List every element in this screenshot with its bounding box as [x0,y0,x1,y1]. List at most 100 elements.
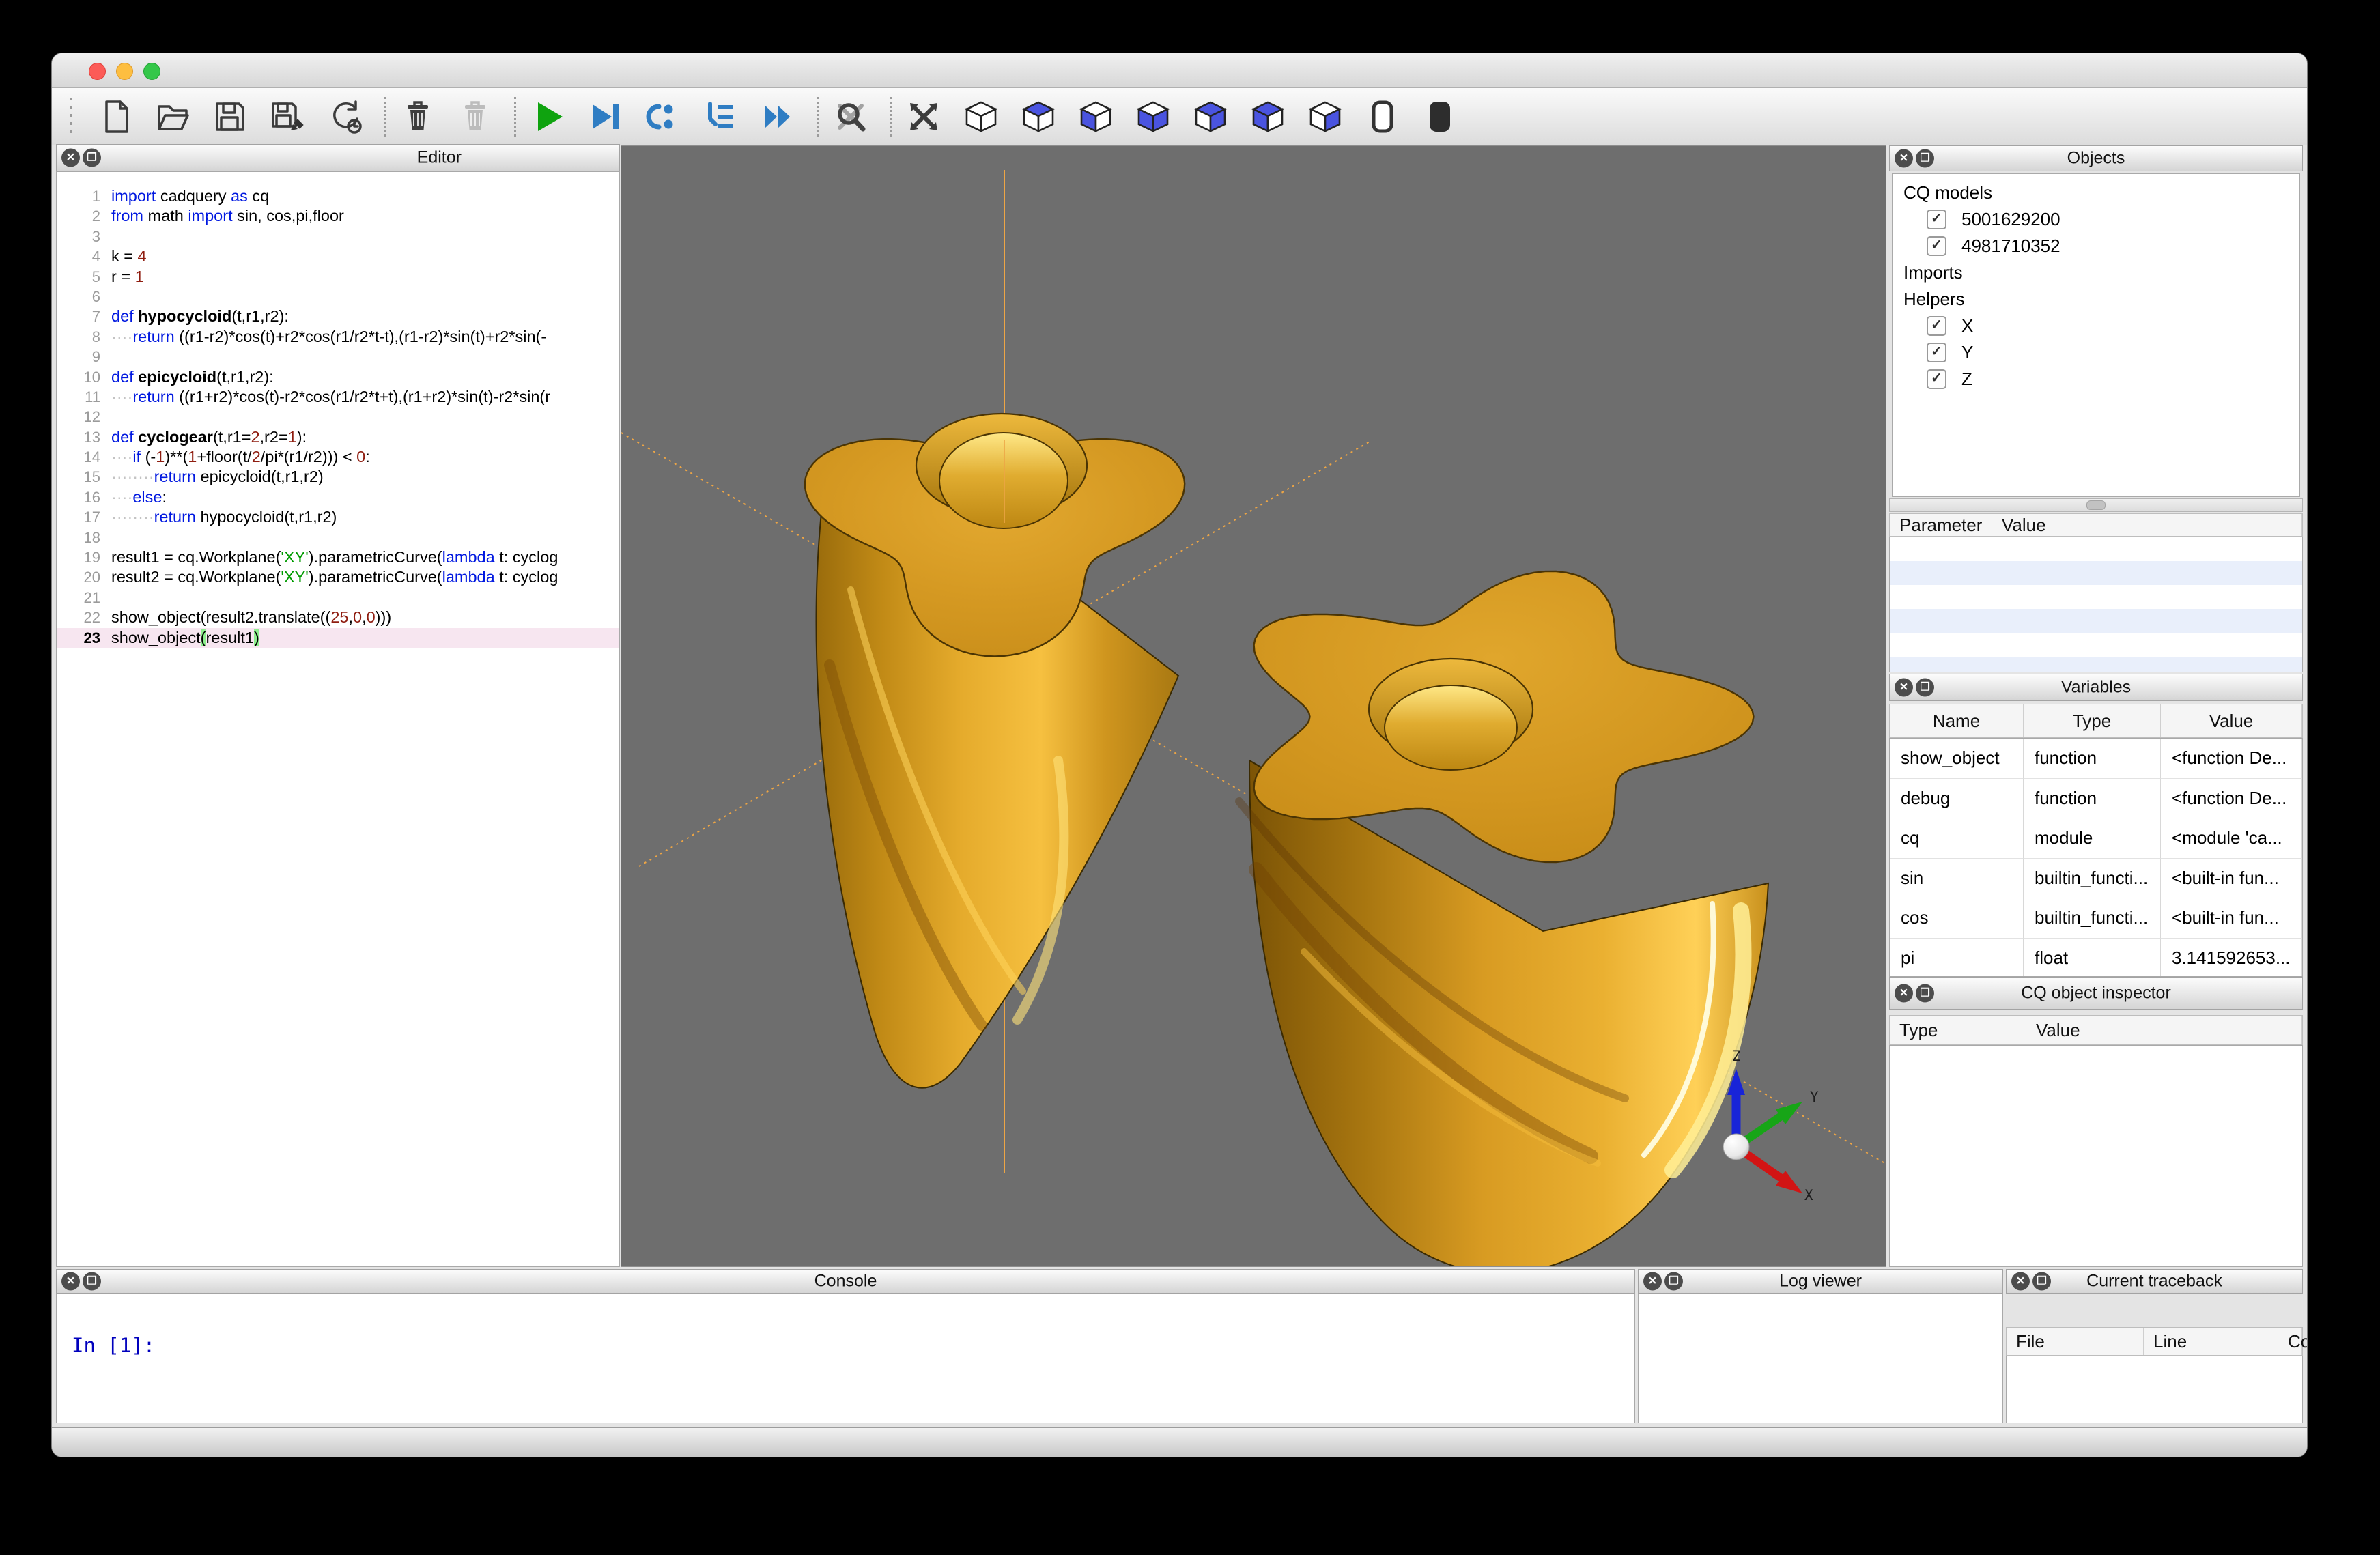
code-line[interactable]: 13def cyclogear(t,r1=2,r2=1): [57,427,619,447]
toolbar-drag-handle[interactable] [70,98,72,136]
save-button[interactable] [210,97,250,137]
traceback-table-body[interactable] [2006,1356,2303,1423]
console-prompt[interactable]: In [1]: [72,1334,155,1357]
cq-models-render[interactable] [805,414,1768,1266]
macos-titlebar[interactable] [52,53,2307,88]
column-header[interactable]: File [2007,1328,2144,1355]
code-line[interactable]: 12 [57,407,619,427]
shaded-button[interactable] [1420,97,1460,137]
log-body[interactable] [1638,1294,2003,1423]
editor-close-icon[interactable]: ✕ [61,149,80,167]
variables-close-icon[interactable]: ✕ [1895,679,1913,697]
inspector-float-icon[interactable]: ❐ [1916,984,1934,1003]
code-line[interactable]: 11····return ((r1+r2)*cos(t)-r2*cos(r1/r… [57,387,619,407]
inspector-table-body[interactable] [1889,1045,2303,1267]
editor-body[interactable]: 1import cadquery as cq2from math import … [56,171,620,1267]
save-as-button[interactable] [268,97,307,137]
view-front-button[interactable] [1133,97,1173,137]
view-left-button[interactable] [1248,97,1288,137]
visibility-checkbox[interactable]: ✓ [1927,343,1946,362]
reload-button[interactable] [325,97,365,137]
traceback-float-icon[interactable]: ❐ [2032,1272,2051,1291]
wireframe-button[interactable] [1363,97,1402,137]
variables-row[interactable]: debugfunction<function De... [1890,779,2302,819]
delete-button[interactable] [398,97,438,137]
step-button[interactable] [643,97,683,137]
minimize-window-icon[interactable] [116,63,133,80]
code-line[interactable]: 10def epicycloid(t,r1,r2): [57,367,619,387]
zoom-window-icon[interactable] [143,63,160,80]
objects-tree-item[interactable]: Imports [1901,259,2299,286]
console-body[interactable]: In [1]: [56,1294,1635,1423]
debug-button[interactable] [586,97,625,137]
column-header[interactable]: Co [2278,1328,2302,1355]
objects-tree-item[interactable]: ✓4981710352 [1901,233,2299,259]
objects-tree-item[interactable]: CQ models [1901,180,2299,206]
code-line[interactable]: 4k = 4 [57,246,619,266]
objects-tree-item[interactable]: ✓X [1901,313,2299,339]
view-back-button[interactable] [1191,97,1230,137]
visibility-checkbox[interactable]: ✓ [1927,369,1946,389]
inspect-button[interactable] [831,97,870,137]
code-line[interactable]: 17········return hypocycloid(t,r1,r2) [57,507,619,527]
column-header[interactable]: Line [2144,1328,2278,1355]
column-header[interactable]: Value [2026,1016,2302,1044]
view-iso-button[interactable] [961,97,1001,137]
column-header[interactable]: Value [2161,704,2302,737]
column-header[interactable]: Type [1890,1016,2026,1044]
continue-button[interactable] [758,97,797,137]
column-header[interactable]: Parameter [1890,514,1992,536]
objects-tree-item[interactable]: Helpers [1901,286,2299,313]
gear-result2[interactable] [1239,571,1768,1266]
code-line[interactable]: 14····if (-1)**(1+floor(t/2/pi*(r1/r2)))… [57,447,619,467]
variables-row[interactable]: cosbuiltin_functi...<built-in fun... [1890,898,2302,939]
fit-view-button[interactable] [904,97,944,137]
variables-row[interactable]: sinbuiltin_functi...<built-in fun... [1890,859,2302,899]
variables-table-body[interactable]: show_objectfunction<function De...debugf… [1889,738,2303,977]
parameter-table-body[interactable] [1889,537,2303,672]
variables-row[interactable]: pifloat3.141592653... [1890,939,2302,978]
code-line[interactable]: 7def hypocycloid(t,r1,r2): [57,306,619,326]
code-line[interactable]: 15········return epicycloid(t,r1,r2) [57,467,619,487]
column-header[interactable]: Value [1992,514,2302,536]
inspector-close-icon[interactable]: ✕ [1895,984,1913,1003]
log-float-icon[interactable]: ❐ [1664,1272,1683,1291]
code-line[interactable]: 8····return ((r1-r2)*cos(t)+r2*cos(r1/r2… [57,327,619,347]
objects-tree[interactable]: CQ models✓5001629200✓4981710352ImportsHe… [1892,173,2300,497]
variables-row[interactable]: cqmodule<module 'ca... [1890,818,2302,859]
view-bottom-button[interactable] [1076,97,1116,137]
code-line[interactable]: 9 [57,347,619,367]
code-area[interactable]: 1import cadquery as cq2from math import … [57,172,619,1266]
code-line[interactable]: 16····else: [57,487,619,507]
log-close-icon[interactable]: ✕ [1643,1272,1662,1291]
editor-float-icon[interactable]: ❐ [83,149,101,167]
viewport-3d[interactable]: ZYX [621,145,1886,1267]
open-button[interactable] [153,97,193,137]
objects-tree-item[interactable]: ✓Y [1901,339,2299,366]
traceback-close-icon[interactable]: ✕ [2011,1272,2030,1291]
code-line[interactable]: 22show_object(result2.translate((25,0,0)… [57,608,619,627]
code-line[interactable]: 2from math import sin, cos,pi,floor [57,206,619,226]
gear-result1[interactable] [805,414,1185,1088]
visibility-checkbox[interactable]: ✓ [1927,236,1946,256]
visibility-checkbox[interactable]: ✓ [1927,210,1946,229]
column-header[interactable]: Type [2024,704,2161,737]
objects-float-icon[interactable]: ❐ [1916,149,1934,168]
code-line[interactable]: 5r = 1 [57,267,619,287]
render-button[interactable] [528,97,568,137]
objects-tree-item[interactable]: ✓5001629200 [1901,206,2299,233]
code-line[interactable]: 18 [57,528,619,547]
objects-tree-item[interactable]: ✓Z [1901,366,2299,393]
new-button[interactable] [96,97,135,137]
objects-close-icon[interactable]: ✕ [1895,149,1913,168]
visibility-checkbox[interactable]: ✓ [1927,316,1946,336]
code-line-current[interactable]: 23show_object(result1) [57,628,619,648]
code-line[interactable]: 21 [57,588,619,608]
code-line[interactable]: 3 [57,227,619,246]
console-close-icon[interactable]: ✕ [61,1272,80,1291]
view-top-button[interactable] [1019,97,1058,137]
code-line[interactable]: 1import cadquery as cq [57,186,619,206]
close-window-icon[interactable] [89,63,106,80]
variables-row[interactable]: show_objectfunction<function De... [1890,739,2302,779]
delete-all-button[interactable] [455,97,495,137]
